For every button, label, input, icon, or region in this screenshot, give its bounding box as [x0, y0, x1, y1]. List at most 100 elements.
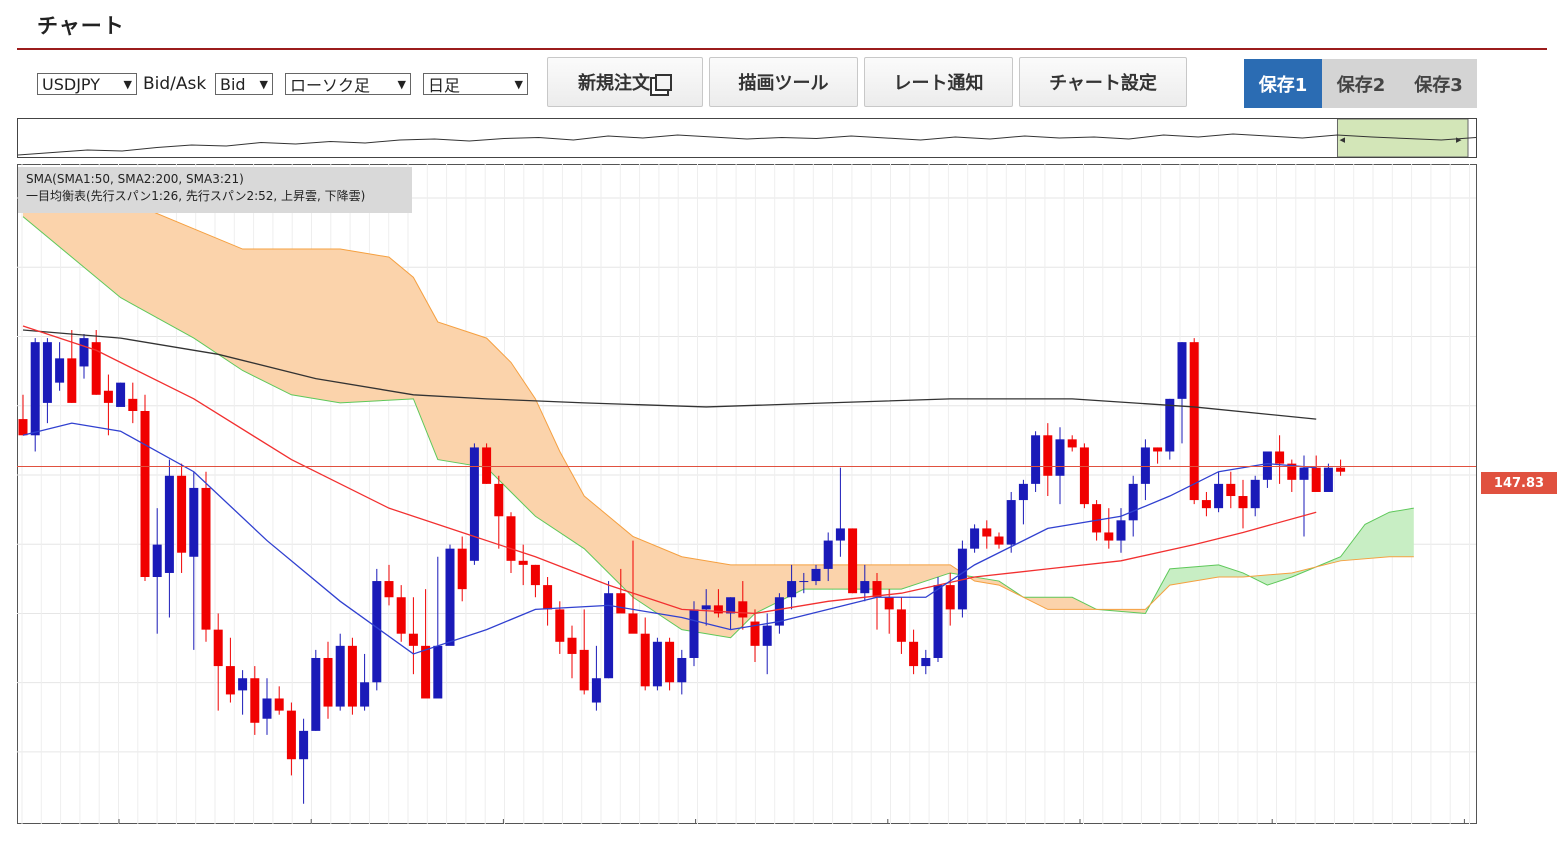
candle-body	[616, 593, 626, 614]
candle-body	[372, 581, 382, 683]
candle-body	[835, 528, 845, 541]
candle-body	[1165, 398, 1175, 452]
chevron-down-icon: ▼	[397, 77, 406, 91]
candle-body	[1275, 451, 1285, 464]
candle-body	[347, 645, 357, 707]
candle-body	[408, 633, 418, 646]
candle-body	[1250, 479, 1260, 509]
chevron-down-icon: ▼	[259, 77, 268, 91]
period-select-value: 日足	[428, 76, 461, 95]
candle-body	[457, 548, 467, 590]
candle-body	[384, 581, 394, 598]
candle-body	[128, 398, 138, 411]
candle-body	[1189, 342, 1199, 501]
candle-body	[1226, 483, 1236, 497]
chart-type-select-value: ローソク足	[290, 76, 371, 95]
candle-body	[335, 645, 345, 707]
candle-body	[689, 609, 699, 658]
chevron-down-icon: ▼	[123, 77, 132, 91]
candle-body	[628, 613, 638, 634]
candle-body	[1238, 496, 1248, 509]
new-order-button[interactable]: 新規注文	[547, 57, 703, 107]
rate-alert-button[interactable]: レート通知	[864, 57, 1013, 107]
candle-body	[421, 645, 431, 699]
candle-body	[177, 475, 187, 553]
candle-body	[811, 568, 821, 582]
candle-body	[1323, 467, 1333, 492]
candle-body	[1128, 483, 1138, 521]
candle-body	[1116, 520, 1126, 541]
candle-body	[579, 649, 589, 691]
candle-body	[189, 487, 199, 557]
chevron-down-icon: ▼	[514, 77, 523, 91]
chart-settings-button[interactable]: チャート設定	[1019, 57, 1187, 107]
candle-body	[164, 475, 174, 573]
navigator-svg: ◂ ▸	[17, 118, 1477, 158]
candle-body	[848, 528, 858, 594]
period-select[interactable]: 日足 ▼	[423, 73, 528, 95]
candle-body	[469, 447, 479, 561]
candle-body	[152, 544, 162, 578]
candle-body	[482, 447, 492, 484]
candle-body	[1079, 447, 1089, 505]
chart-type-select[interactable]: ローソク足 ▼	[285, 73, 411, 95]
candle-body	[896, 609, 906, 642]
candle-body	[872, 581, 882, 598]
candle-body	[238, 678, 248, 691]
candle-body	[55, 358, 65, 383]
bidask-label: Bid/Ask	[143, 74, 207, 94]
candle-body	[1311, 467, 1321, 492]
save1-tab[interactable]: 保存1	[1244, 59, 1322, 108]
candle-body	[1006, 500, 1016, 545]
candle-body	[262, 698, 272, 719]
candle-body	[543, 585, 553, 610]
candle-body	[762, 625, 772, 646]
symbol-select[interactable]: USDJPY ▼	[37, 73, 137, 95]
candle-body	[1018, 483, 1028, 501]
candle-body	[982, 528, 992, 537]
draw-tool-button[interactable]: 描画ツール	[709, 57, 858, 107]
candle-body	[945, 585, 955, 610]
candle-body	[433, 645, 443, 699]
candle-body	[1140, 447, 1150, 484]
candle-body	[823, 540, 833, 569]
chart-toolbar: USDJPY ▼ Bid/Ask Bid ▼ ローソク足 ▼ 日足 ▼ 新規注文…	[0, 56, 1561, 112]
chart-navigator[interactable]: ◂ ▸	[17, 118, 1477, 158]
candle-body	[1201, 500, 1211, 509]
page-title: チャート	[37, 14, 125, 38]
candle-body	[494, 483, 504, 517]
candle-body	[1043, 435, 1053, 476]
navigator-right-handle-icon[interactable]: ▸	[1456, 133, 1462, 146]
candle-body	[274, 698, 284, 711]
candle-body	[1092, 504, 1102, 533]
navigator-line	[17, 133, 1477, 156]
candle-body	[799, 581, 809, 583]
candle-body	[591, 678, 601, 703]
save3-tab[interactable]: 保存3	[1400, 59, 1477, 108]
current-price-tag: 147.83	[1481, 472, 1557, 494]
candle-body	[79, 338, 89, 367]
page-header: チャート	[17, 0, 1547, 50]
candle-body	[1067, 439, 1077, 448]
candle-body	[567, 637, 577, 654]
navigator-left-handle-icon[interactable]: ◂	[1339, 133, 1345, 146]
candle-body	[738, 601, 748, 618]
candle-body	[555, 609, 565, 642]
symbol-select-value: USDJPY	[42, 74, 100, 94]
candle-body	[201, 487, 211, 630]
candle-body	[665, 641, 675, 683]
candle-body	[530, 564, 540, 586]
save2-tab[interactable]: 保存2	[1322, 59, 1400, 108]
candle-body	[640, 633, 650, 687]
candle-body	[970, 528, 980, 549]
indicator-legend: SMA(SMA1:50, SMA2:200, SMA3:21) 一目均衡表(先行…	[18, 167, 412, 213]
candle-body	[18, 419, 28, 436]
candle-body	[726, 597, 736, 614]
candle-body	[884, 597, 894, 610]
bidask-select[interactable]: Bid ▼	[215, 73, 273, 95]
candlestick-chart[interactable]: 154.46152.75151.04149.33147.62145.91144.…	[17, 164, 1477, 824]
candle-body	[1153, 447, 1163, 452]
bidask-select-value: Bid	[220, 74, 246, 94]
candle-body	[360, 682, 370, 707]
candle-body	[1177, 342, 1187, 399]
